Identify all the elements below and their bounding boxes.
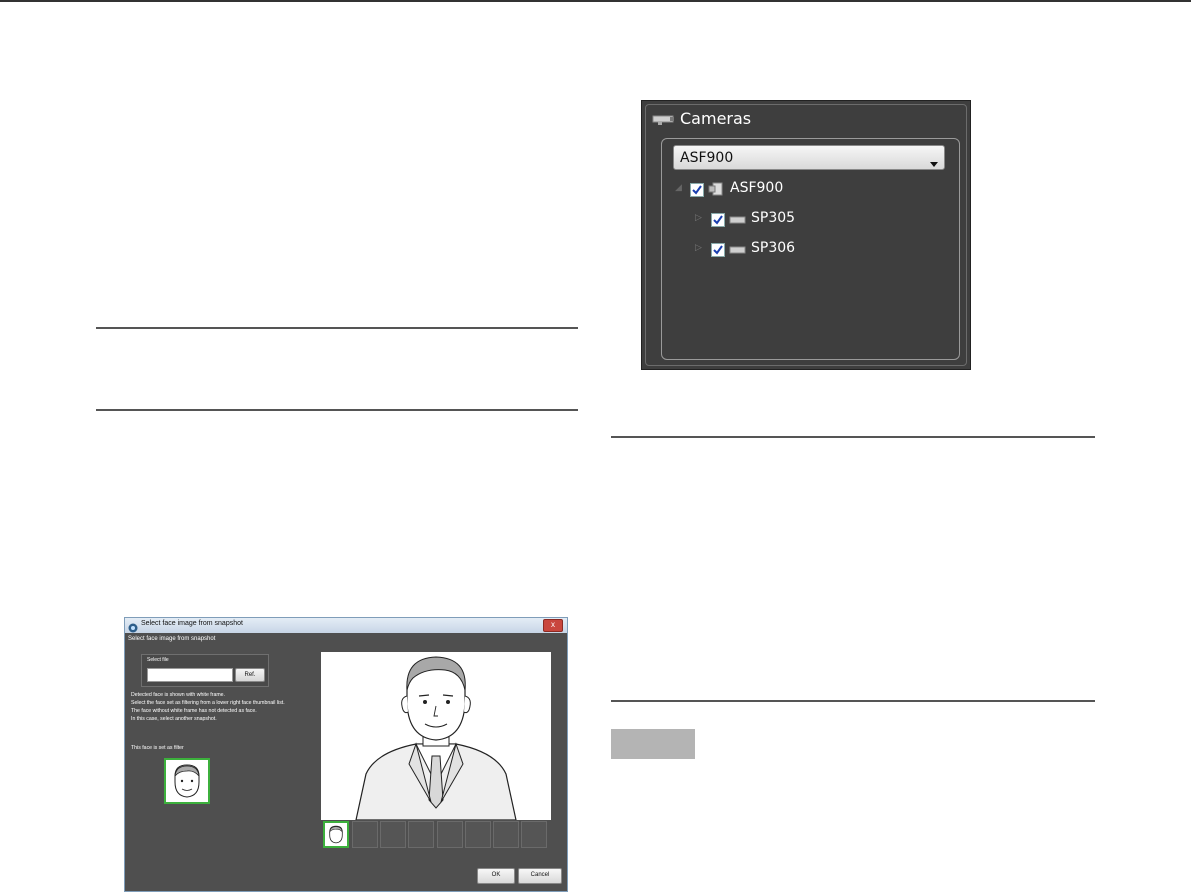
- recorder-select[interactable]: ASF900: [673, 145, 945, 170]
- checkbox-sp305[interactable]: [711, 213, 725, 227]
- face-thumbnail[interactable]: [323, 821, 349, 848]
- section-rule: [611, 700, 1095, 702]
- checkbox-sp306[interactable]: [711, 243, 725, 257]
- tree-item-label: ASF900: [730, 180, 784, 196]
- section-rule: [611, 436, 1095, 438]
- dialog-title: Select face image from snapshot: [141, 620, 243, 627]
- expanded-arrow-icon[interactable]: ◢: [675, 183, 682, 193]
- cameras-tree-container: ASF900 ◢ ASF900 ▷ SP305 ▷ SP306: [661, 138, 960, 360]
- camera-icon: [729, 214, 747, 230]
- tree-item-label: SP305: [751, 210, 796, 226]
- face-thumbnail-list: [323, 821, 551, 851]
- note-heading-block: [611, 729, 695, 759]
- file-path-input[interactable]: [147, 668, 233, 682]
- section-rule: [96, 327, 578, 329]
- select-face-dialog: Select face image from snapshot x Select…: [124, 617, 568, 892]
- instruction-line: Detected face is shown with white frame.: [131, 692, 225, 698]
- camera-icon: [652, 113, 676, 131]
- snapshot-image: [321, 652, 551, 821]
- filter-label: This face is set as filter: [131, 745, 184, 751]
- select-file-label: Select file: [147, 657, 169, 663]
- close-button[interactable]: x: [543, 619, 563, 632]
- tree-item-sp306[interactable]: ▷ SP306: [662, 240, 952, 260]
- instruction-line: The face without white frame has not det…: [131, 708, 257, 714]
- cancel-button[interactable]: Cancel: [518, 868, 562, 884]
- cameras-title: Cameras: [680, 109, 752, 128]
- recorder-select-value: ASF900: [680, 150, 734, 166]
- instruction-line: Select the face set as filtering from a …: [131, 700, 285, 706]
- section-rule: [96, 409, 578, 411]
- person-illustration: [355, 656, 517, 821]
- face-thumbnail-empty[interactable]: [521, 821, 547, 848]
- face-icon: [174, 764, 200, 798]
- face-thumbnail-empty[interactable]: [352, 821, 378, 848]
- tree-item-asf900[interactable]: ◢ ASF900: [662, 180, 952, 200]
- tree-item-label: SP306: [751, 240, 796, 256]
- top-rule: [0, 0, 1191, 2]
- chevron-down-icon: [930, 155, 938, 173]
- face-thumbnail-empty[interactable]: [493, 821, 519, 848]
- face-thumbnail-empty[interactable]: [437, 821, 463, 848]
- face-icon: [329, 825, 343, 844]
- ok-button[interactable]: OK: [477, 868, 515, 884]
- cameras-panel-frame: Cameras ASF900 ◢ ASF900 ▷ SP305 ▷ SP306: [645, 104, 967, 366]
- tree-item-sp305[interactable]: ▷ SP305: [662, 210, 952, 230]
- face-thumbnail-empty[interactable]: [380, 821, 406, 848]
- camera-icon: [729, 244, 747, 260]
- selected-face-thumbnail: [164, 758, 210, 804]
- cameras-panel: Cameras ASF900 ◢ ASF900 ▷ SP305 ▷ SP306: [641, 100, 971, 370]
- recorder-icon: [708, 181, 724, 201]
- face-thumbnail-empty[interactable]: [465, 821, 491, 848]
- select-file-group: Select file Ref.: [141, 654, 269, 687]
- ref-button[interactable]: Ref.: [235, 668, 265, 682]
- dialog-header: Select face image from snapshot: [128, 636, 216, 642]
- dialog-titlebar: Select face image from snapshot x: [125, 618, 567, 633]
- checkbox-asf900[interactable]: [690, 183, 704, 197]
- instruction-line: In this case, select another snapshot.: [131, 716, 217, 722]
- expand-arrow-icon[interactable]: ▷: [695, 243, 702, 253]
- face-thumbnail-empty[interactable]: [408, 821, 434, 848]
- expand-arrow-icon[interactable]: ▷: [695, 213, 702, 223]
